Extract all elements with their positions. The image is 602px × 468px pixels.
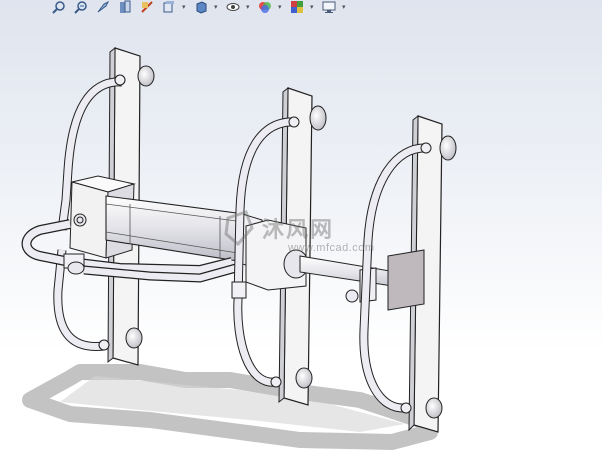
3d-model[interactable] [0, 0, 602, 468]
graphics-area[interactable]: ▾ ▾ ▾ ▾ ▾ ▾ 沐风网 www.mfcad.com [0, 0, 602, 468]
